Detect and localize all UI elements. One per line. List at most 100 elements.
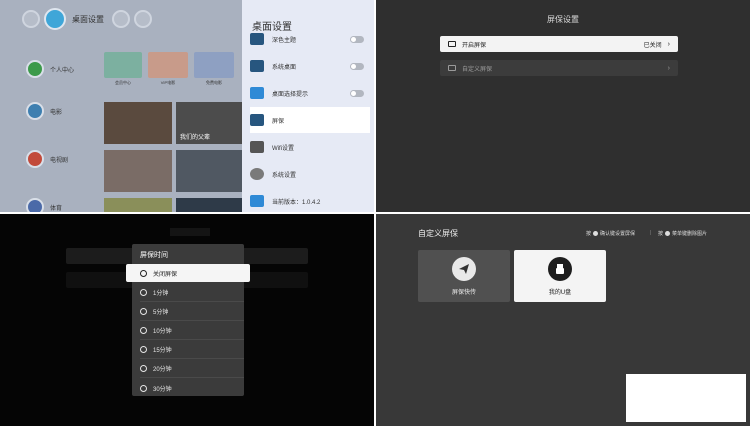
option-label: 20分钟 bbox=[153, 367, 172, 373]
tv-icon bbox=[26, 150, 44, 168]
option-5min[interactable]: 5分钟 bbox=[140, 303, 244, 321]
screensaver-time-menu: 屏保时间 关闭屏保 1分钟 5分钟 10分钟 15分钟 20分钟 30分钟 bbox=[126, 244, 250, 397]
movie-poster[interactable]: 我们的父辈 bbox=[176, 102, 242, 144]
row-value: 已关闭 bbox=[643, 42, 662, 49]
sports-icon bbox=[26, 198, 44, 212]
setting-label: 系统设置 bbox=[272, 172, 297, 179]
clock-icon bbox=[140, 384, 147, 392]
option-label: 15分钟 bbox=[153, 348, 172, 354]
clock-icon bbox=[140, 308, 147, 315]
nav-item-profile[interactable]: 个人中心 bbox=[26, 60, 86, 78]
option-label: 关闭屏保 bbox=[153, 271, 178, 278]
wifi-icon bbox=[250, 141, 264, 153]
row-label: 自定义屏保 bbox=[462, 66, 493, 73]
nav-item-tv[interactable]: 电视剧 bbox=[26, 150, 86, 168]
poster-title: 我们的父辈 bbox=[180, 135, 211, 141]
card-label: 我的U盘 bbox=[548, 289, 572, 296]
search-icon[interactable] bbox=[22, 10, 40, 28]
desktop-settings-icon[interactable] bbox=[44, 8, 66, 30]
theme-icon bbox=[250, 33, 264, 45]
person-icon bbox=[26, 60, 44, 78]
clock-icon bbox=[140, 346, 147, 353]
screensaver-transfer-card[interactable]: 屏保快传 bbox=[418, 250, 510, 302]
desktop-prompt-toggle[interactable] bbox=[350, 89, 364, 97]
page-title: 桌面设置 bbox=[72, 14, 104, 24]
paper-plane-icon bbox=[452, 256, 476, 281]
system-desktop-toggle[interactable] bbox=[350, 62, 364, 70]
hint-text: 确认键设置屏保 bbox=[600, 231, 636, 237]
setting-dark-theme[interactable]: 深色主题 bbox=[250, 26, 370, 52]
clock-icon bbox=[140, 327, 147, 334]
screensaver-settings-panel: 屏保设置 开启屏保 已关闭 › 自定义屏保 › bbox=[376, 0, 750, 212]
option-20min[interactable]: 20分钟 bbox=[140, 360, 244, 378]
option-label: 10分钟 bbox=[153, 329, 172, 335]
chevron-right-icon: › bbox=[667, 64, 670, 72]
custom-screensaver-row[interactable]: 自定义屏保 › bbox=[440, 60, 678, 76]
hint-separator: | bbox=[650, 230, 652, 236]
hint-prefix: 按 bbox=[658, 231, 664, 237]
option-30min[interactable]: 30分钟 bbox=[140, 379, 244, 397]
film-icon bbox=[26, 102, 44, 120]
edit-icon bbox=[448, 65, 456, 71]
menu-key-icon bbox=[665, 231, 671, 236]
setting-system-desktop[interactable]: 系统桌面 bbox=[250, 53, 370, 79]
hint-menu: 按 菜单键删除图片 bbox=[658, 230, 707, 237]
setting-label: Wifi设置 bbox=[272, 145, 294, 152]
nav-label: 电影 bbox=[50, 109, 63, 116]
member-center-tile[interactable]: 会员中心 bbox=[104, 52, 142, 85]
setting-wifi[interactable]: Wifi设置 bbox=[250, 134, 370, 160]
option-1min[interactable]: 1分钟 bbox=[140, 284, 244, 302]
top-bar: 桌面设置 bbox=[22, 8, 152, 30]
option-15min[interactable]: 15分钟 bbox=[140, 341, 244, 359]
custom-screensaver-panel: 自定义屏保 按 确认键设置屏保 | 按 菜单键删除图片 屏保快传 我的U盘 bbox=[376, 214, 750, 426]
user-icon[interactable] bbox=[134, 10, 152, 28]
movie-poster[interactable] bbox=[104, 102, 172, 144]
blank-area bbox=[626, 374, 746, 422]
settings-drawer: 桌面设置 深色主题 系统桌面 桌面选择提示 屏保 Wifi设置 系统设置 当前版… bbox=[242, 0, 374, 212]
setting-version: 当前版本：1.0.4.2 bbox=[250, 188, 370, 212]
message-icon[interactable] bbox=[112, 10, 130, 28]
tv-poster[interactable] bbox=[104, 150, 172, 192]
home-icon bbox=[250, 87, 264, 99]
tv-poster[interactable] bbox=[176, 150, 242, 192]
option-off[interactable]: 关闭屏保 bbox=[126, 264, 250, 282]
nav-item-sports[interactable]: 体育 bbox=[26, 198, 86, 212]
tile-caption: VIP电影 bbox=[160, 80, 176, 85]
clock-icon bbox=[140, 269, 147, 277]
usb-drive-card[interactable]: 我的U盘 bbox=[514, 250, 606, 302]
enable-screensaver-row[interactable]: 开启屏保 已关闭 › bbox=[440, 36, 678, 52]
setting-label: 系统桌面 bbox=[272, 64, 297, 71]
card-label: 屏保快传 bbox=[451, 289, 476, 296]
version-text: 当前版本：1.0.4.2 bbox=[272, 199, 321, 206]
setting-system[interactable]: 系统设置 bbox=[250, 161, 370, 187]
chevron-right-icon: › bbox=[667, 40, 670, 48]
row-label: 开启屏保 bbox=[462, 42, 487, 49]
nav-label: 个人中心 bbox=[50, 67, 75, 74]
page-title: 屏保设置 bbox=[547, 15, 579, 24]
setting-desktop-prompt[interactable]: 桌面选择提示 bbox=[250, 80, 370, 106]
setting-label: 屏保 bbox=[272, 118, 285, 125]
dimmed-title bbox=[170, 228, 210, 236]
tile-caption: 会员中心 bbox=[115, 80, 131, 85]
nav-label: 电视剧 bbox=[50, 157, 69, 164]
usb-drive-icon bbox=[548, 256, 572, 281]
dark-theme-toggle[interactable] bbox=[350, 35, 364, 43]
sports-poster[interactable] bbox=[176, 198, 242, 212]
hint-prefix: 按 bbox=[586, 231, 592, 237]
nav-item-movie[interactable]: 电影 bbox=[26, 102, 86, 120]
monitor-icon bbox=[250, 114, 264, 126]
sports-poster[interactable] bbox=[104, 198, 172, 212]
power-icon bbox=[140, 289, 147, 296]
free-movie-tile[interactable]: 免费电影 bbox=[194, 52, 234, 85]
setting-screensaver[interactable]: 屏保 bbox=[250, 107, 370, 133]
vip-movie-tile[interactable]: VIP电影 bbox=[148, 52, 188, 85]
gear-icon bbox=[250, 168, 264, 180]
tile-caption: 免费电影 bbox=[206, 80, 222, 85]
hint-ok: 按 确认键设置屏保 bbox=[586, 230, 635, 237]
desktop-icon bbox=[250, 60, 264, 72]
menu-title: 屏保时间 bbox=[140, 252, 168, 259]
setting-label: 深色主题 bbox=[272, 37, 297, 44]
option-10min[interactable]: 10分钟 bbox=[140, 322, 244, 340]
home-icon bbox=[250, 195, 264, 207]
nav-label: 体育 bbox=[50, 205, 63, 212]
